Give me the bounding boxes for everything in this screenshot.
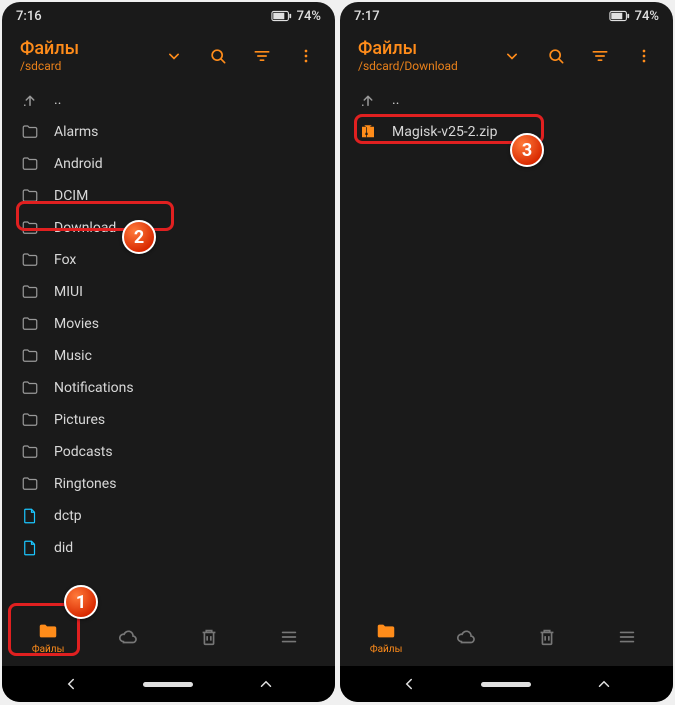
- tab-files-label: Файлы: [32, 644, 64, 655]
- list-item[interactable]: MIUI: [2, 276, 335, 308]
- file-list: .. Magisk-v25-2.zip: [340, 82, 673, 608]
- app-header: Файлы /sdcard/Download: [340, 30, 673, 82]
- page-title: Файлы: [358, 39, 487, 59]
- search-button[interactable]: [199, 37, 237, 75]
- up-directory[interactable]: ..: [2, 84, 335, 116]
- item-name: Download: [54, 220, 116, 236]
- list-item[interactable]: Pictures: [2, 404, 335, 436]
- up-label: ..: [54, 92, 61, 108]
- list-item[interactable]: Download: [2, 212, 335, 244]
- status-bar: 7:17 74%: [340, 2, 673, 30]
- tab-menu[interactable]: [254, 613, 324, 661]
- screenshot-right: 7:17 74% Файлы /sdcard/Download .. Magis…: [340, 2, 673, 702]
- nav-back[interactable]: [46, 675, 96, 693]
- file-list: .. Alarms Android DCIM Download Fox MIUI Movie…: [2, 82, 335, 608]
- item-name: Fox: [54, 252, 76, 268]
- file-icon: [20, 506, 40, 526]
- tab-trash[interactable]: [174, 613, 244, 661]
- status-time: 7:17: [354, 9, 380, 24]
- tab-trash[interactable]: [512, 613, 582, 661]
- up-directory[interactable]: ..: [340, 84, 673, 116]
- path-dropdown[interactable]: [493, 37, 531, 75]
- folder-icon: [20, 346, 40, 366]
- bottom-tabs: Файлы: [2, 608, 335, 666]
- nav-recent[interactable]: [579, 675, 629, 693]
- folder-icon: [20, 442, 40, 462]
- folder-icon: [20, 122, 40, 142]
- item-name: Alarms: [54, 124, 98, 140]
- folder-icon: [20, 474, 40, 494]
- status-bar: 7:16 74%: [2, 2, 335, 30]
- item-name: Movies: [54, 316, 99, 332]
- folder-icon: [20, 378, 40, 398]
- item-name: did: [54, 540, 73, 556]
- folder-icon: [20, 186, 40, 206]
- list-item[interactable]: Music: [2, 340, 335, 372]
- screenshot-left: 7:16 74% Файлы /sdcard .. Alarms Android D…: [2, 2, 335, 702]
- list-item[interactable]: Ringtones: [2, 468, 335, 500]
- folder-icon: [20, 410, 40, 430]
- tab-cloud[interactable]: [431, 613, 501, 661]
- battery-pct: 74%: [297, 9, 321, 24]
- battery-icon: [271, 10, 293, 22]
- tab-menu[interactable]: [592, 613, 662, 661]
- list-item[interactable]: Movies: [2, 308, 335, 340]
- tab-files[interactable]: Файлы: [13, 613, 83, 661]
- list-item[interactable]: dctp: [2, 500, 335, 532]
- android-nav: [340, 666, 673, 702]
- list-item[interactable]: did: [2, 532, 335, 564]
- android-nav: [2, 666, 335, 702]
- current-path: /sdcard/Download: [358, 59, 487, 73]
- folder-icon: [20, 250, 40, 270]
- list-item[interactable]: DCIM: [2, 180, 335, 212]
- nav-recent[interactable]: [241, 675, 291, 693]
- item-name: dctp: [54, 508, 82, 524]
- sort-button[interactable]: [243, 37, 281, 75]
- item-name: Music: [54, 348, 92, 364]
- list-item[interactable]: Magisk-v25-2.zip: [340, 116, 673, 148]
- up-label: ..: [392, 92, 399, 108]
- list-item[interactable]: Notifications: [2, 372, 335, 404]
- page-title: Файлы: [20, 39, 149, 59]
- item-name: Pictures: [54, 412, 105, 428]
- tab-files[interactable]: Файлы: [351, 613, 421, 661]
- more-button[interactable]: [625, 37, 663, 75]
- nav-back[interactable]: [384, 675, 434, 693]
- archive-icon: [358, 122, 378, 142]
- nav-home[interactable]: [481, 682, 531, 687]
- list-item[interactable]: Alarms: [2, 116, 335, 148]
- tab-cloud[interactable]: [93, 613, 163, 661]
- nav-home[interactable]: [143, 682, 193, 687]
- item-name: Notifications: [54, 380, 134, 396]
- list-item[interactable]: Fox: [2, 244, 335, 276]
- sort-button[interactable]: [581, 37, 619, 75]
- app-header: Файлы /sdcard: [2, 30, 335, 82]
- status-time: 7:16: [16, 9, 42, 24]
- path-dropdown[interactable]: [155, 37, 193, 75]
- folder-icon: [20, 282, 40, 302]
- item-name: Magisk-v25-2.zip: [392, 124, 497, 140]
- item-name: Podcasts: [54, 444, 113, 460]
- list-item[interactable]: Podcasts: [2, 436, 335, 468]
- list-item[interactable]: Android: [2, 148, 335, 180]
- item-name: MIUI: [54, 284, 83, 300]
- folder-icon: [20, 218, 40, 238]
- battery-icon: [609, 10, 631, 22]
- tab-files-label: Файлы: [370, 644, 402, 655]
- item-name: Android: [54, 156, 103, 172]
- item-name: Ringtones: [54, 476, 116, 492]
- current-path: /sdcard: [20, 59, 149, 73]
- folder-icon: [20, 314, 40, 334]
- battery-pct: 74%: [635, 9, 659, 24]
- item-name: DCIM: [54, 188, 88, 204]
- more-button[interactable]: [287, 37, 325, 75]
- folder-icon: [20, 154, 40, 174]
- search-button[interactable]: [537, 37, 575, 75]
- file-icon: [20, 538, 40, 558]
- bottom-tabs: Файлы: [340, 608, 673, 666]
